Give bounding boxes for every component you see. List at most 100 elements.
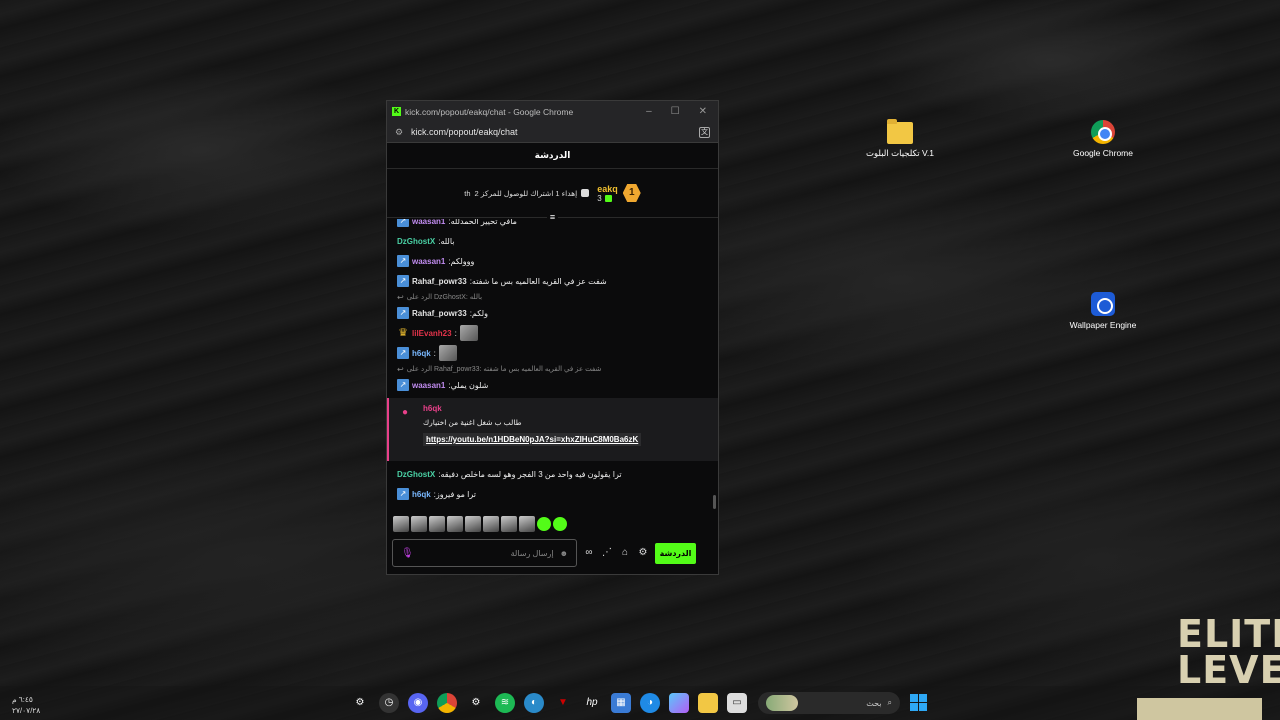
pin-icon: ● (402, 407, 409, 418)
site-info-icon[interactable]: ⚙ (395, 127, 405, 137)
taskbar-settings-icon[interactable]: ⚙ (466, 693, 486, 713)
chat-username[interactable]: h6qk (412, 490, 431, 499)
window-titlebar[interactable]: K kick.com/popout/eakq/chat - Google Chr… (387, 101, 718, 122)
share-icon[interactable]: ⋰ (601, 547, 613, 559)
taskbar-store-icon[interactable]: ▦ (611, 693, 631, 713)
wallpaper-engine-icon (1091, 292, 1115, 316)
settings-icon[interactable]: ⚙ (637, 547, 649, 559)
taskbar-copilot-icon[interactable] (669, 693, 689, 713)
desktop-icon-chrome[interactable]: Google Chrome (1068, 120, 1138, 158)
folder-icon (887, 119, 913, 144)
chat-text: :شلون يملي (448, 380, 489, 390)
taskbar-search[interactable]: بحث ⌕ (758, 692, 900, 714)
chat-message[interactable]: ↗ Rahaf_powr33:شفت عز في القريه العالميه … (387, 271, 718, 291)
desktop-icon-folder[interactable]: تكلجيات البلوت V.1 (865, 119, 935, 158)
emote[interactable] (519, 516, 535, 532)
recent-emotes-row (393, 516, 567, 532)
chat-username[interactable]: lilEvanh23 (412, 329, 452, 338)
chat-username[interactable]: waasan1 (412, 381, 445, 390)
chat-username[interactable]: waasan1 (412, 257, 445, 266)
emote[interactable] (501, 516, 517, 532)
taskbar-chrome-icon[interactable] (437, 693, 457, 713)
taskbar-clock-icon[interactable]: ◷ (379, 693, 399, 713)
chat-username[interactable]: DzGhostX (397, 470, 435, 479)
chat-username[interactable]: h6qk (412, 349, 431, 358)
chat-username[interactable]: Rahaf_powr33 (412, 309, 467, 318)
sub-goal-banner[interactable]: th إهداء 1 اشتراك للوصول للمركز 2 eakq 3… (387, 169, 718, 222)
chat-input-bar: 🎙 إرسال رسالة ☻ ∞ ⋰ ⌂ ⚙ الدردشة (392, 538, 713, 568)
chat-message[interactable]: ↗ h6qk: (387, 343, 718, 363)
translate-icon[interactable]: 文 (699, 126, 710, 138)
taskbar-settings-gear-icon[interactable]: ⚙ (350, 693, 370, 713)
chat-input-placeholder[interactable]: إرسال رسالة (420, 549, 554, 558)
emote[interactable] (465, 516, 481, 532)
taskbar-edge-icon[interactable]: ◑ (640, 693, 660, 713)
taskbar-discord-icon[interactable]: ◉ (408, 693, 428, 713)
chat-text: : (433, 348, 436, 358)
windows-start-icon[interactable] (910, 694, 927, 711)
elite-level-logo: ELITE LEVEL (1177, 612, 1280, 692)
chat-emote[interactable] (459, 325, 478, 341)
maximize-icon[interactable]: ☐ (671, 106, 680, 117)
mic-icon[interactable]: 🎙 (401, 548, 414, 559)
reply-context[interactable]: ↩ الرد على Rahaf_powr33: شفت عز في القريه… (387, 363, 718, 375)
chat-message-input[interactable]: 🎙 إرسال رسالة ☻ (392, 539, 577, 567)
emoji-icon[interactable]: ☻ (560, 549, 568, 558)
chat-message-list[interactable]: ↗ waasan1:مافي تحيير الحمدلله DzGhostX:بال… (387, 219, 718, 509)
window-title: kick.com/popout/eakq/chat - Google Chrom… (405, 106, 574, 117)
pinned-username[interactable]: h6qk (423, 404, 706, 413)
emote[interactable] (411, 516, 427, 532)
desktop-icon-wallpaper-engine[interactable]: Wallpaper Engine (1068, 292, 1138, 330)
reply-icon: ↩ (397, 364, 404, 374)
pinned-text: طالب ب شغل اغنية من اختيارك (423, 418, 522, 427)
search-icon: ⌕ (887, 698, 892, 707)
chrome-popup-window: K kick.com/popout/eakq/chat - Google Chr… (386, 100, 719, 575)
chat-username[interactable]: Rahaf_powr33 (412, 277, 467, 286)
chat-message[interactable]: ↗ waasan1:ووولكم (387, 251, 718, 271)
chat-scrollbar[interactable] (713, 495, 716, 509)
taskbar-taskview-icon[interactable]: ▭ (727, 693, 747, 713)
emote[interactable] (393, 516, 409, 532)
chat-username[interactable]: waasan1 (412, 219, 445, 226)
tray-clock[interactable]: ٦:٤٥ م ٢٧/٠٧/٢٨ (12, 694, 40, 716)
chat-message[interactable]: ↗ h6qk:ترا مو فيروز (387, 484, 718, 504)
url-text[interactable]: kick.com/popout/eakq/chat (411, 127, 699, 137)
taskbar-edge-dev-icon[interactable]: ◐ (524, 693, 544, 713)
taskbar-spotify-icon[interactable]: ≋ (495, 693, 515, 713)
taskbar-explorer-icon[interactable] (698, 693, 718, 713)
chat-message[interactable]: ↗ waasan1:شلون يملي (387, 375, 718, 395)
kick-emote[interactable] (537, 517, 551, 531)
chat-message[interactable]: DzGhostX:ترا يقولون فيه واحد من 3 الفجر … (387, 464, 718, 484)
store-icon[interactable]: ⌂ (619, 547, 631, 559)
goal-username: eakq (597, 183, 618, 194)
chat-message[interactable]: ♛ lilEvanh23: (387, 323, 718, 343)
pinned-link[interactable]: https://youtu.be/n1HDBeN0pJA?si=xhxZIHuC… (423, 433, 642, 446)
pinned-message[interactable]: ● h6qk طالب ب شغل اغنية من اختيارك https… (387, 398, 718, 461)
goal-suffix: th (464, 188, 471, 198)
chat-message[interactable]: ↗ waasan1:مافي تحيير الحمدلله (387, 219, 718, 231)
taskbar-mcafee-icon[interactable]: ▼ (553, 693, 573, 713)
emote[interactable] (483, 516, 499, 532)
taskbar: ٦:٤٥ م ٢٧/٠٧/٢٨ ⚙ ◷ ◉ ⚙ ≋ ◐ ▼ hp ▦ ◑ ▭ ب… (0, 686, 1280, 720)
reply-context[interactable]: ↩ الرد على DzGhostX: بالله (387, 291, 718, 303)
taskbar-hp-icon[interactable]: hp (582, 693, 602, 713)
desktop-icon-label: تكلجيات البلوت V.1 (866, 148, 934, 158)
chat-send-button[interactable]: الدردشة (655, 542, 696, 564)
chat-message[interactable]: ↗ Rahaf_powr33:ولكم (387, 303, 718, 323)
chat-username[interactable]: DzGhostX (397, 237, 435, 246)
chat-text: :مافي تحيير الحمدلله (448, 219, 517, 226)
infinity-icon[interactable]: ∞ (583, 547, 595, 559)
emote[interactable] (447, 516, 463, 532)
address-bar[interactable]: ⚙ kick.com/popout/eakq/chat 文 (387, 122, 718, 143)
kick-sub-icon (604, 194, 612, 202)
chat-emote[interactable] (438, 345, 457, 361)
emote[interactable] (429, 516, 445, 532)
close-icon[interactable]: ✕ (699, 106, 707, 117)
chat-text: :شفت عز في القريه العالميه بس ما شفته (469, 276, 607, 286)
reply-icon: ↩ (397, 292, 404, 302)
chat-message[interactable]: DzGhostX:بالله (387, 231, 718, 251)
rank-badge: 1 (622, 184, 641, 202)
minimize-icon[interactable]: – (646, 106, 652, 117)
kick-emote[interactable] (553, 517, 567, 531)
search-label[interactable]: بحث (804, 699, 881, 708)
